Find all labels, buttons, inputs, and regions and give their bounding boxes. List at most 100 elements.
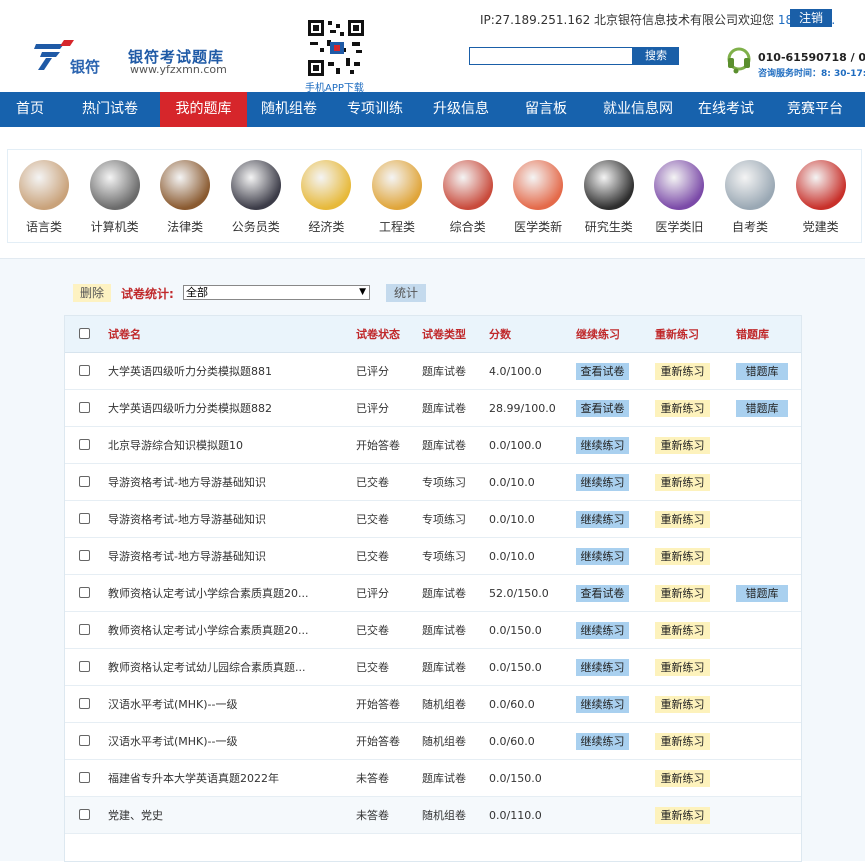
paper-name-link[interactable]: 北京导游综合知识模拟题10 <box>108 427 243 464</box>
continue-button[interactable]: 继续练习 <box>576 548 629 565</box>
row-checkbox[interactable] <box>79 624 90 635</box>
qr-code-icon[interactable] <box>306 18 366 78</box>
paper-name-link[interactable]: 教师资格认定考试小学综合素质真题20... <box>108 575 309 612</box>
continue-button[interactable]: 继续练习 <box>576 437 629 454</box>
category-label: 工程类 <box>378 220 415 234</box>
paper-score: 0.0/10.0 <box>489 550 535 563</box>
nav-item-home[interactable]: 首页 <box>0 92 60 127</box>
col-header-redo: 重新练习 <box>655 328 699 341</box>
redo-button[interactable]: 重新练习 <box>655 474 710 491</box>
category-label: 医学类旧 <box>655 220 704 234</box>
redo-button[interactable]: 重新练习 <box>655 807 710 824</box>
officer-icon <box>230 160 281 210</box>
continue-button[interactable]: 继续练习 <box>576 733 629 750</box>
col-header-name: 试卷名 <box>108 328 141 341</box>
redo-button[interactable]: 重新练习 <box>655 733 710 750</box>
category-6[interactable]: 综合类 <box>438 160 498 235</box>
paper-name-link[interactable]: 党建、党史 <box>108 797 163 834</box>
category-5[interactable]: 工程类 <box>367 160 427 235</box>
nav-item-random-paper[interactable]: 随机组卷 <box>247 92 331 127</box>
category-0[interactable]: 语言类 <box>14 160 74 235</box>
nav-item-special-training[interactable]: 专项训练 <box>331 92 419 127</box>
continue-button[interactable]: 继续练习 <box>576 474 629 491</box>
redo-button[interactable]: 重新练习 <box>655 696 710 713</box>
nav-item-my-library[interactable]: 我的题库 <box>160 92 247 127</box>
stat-filter-select[interactable]: 全部 ▼ <box>183 285 370 300</box>
nav-item-jobs[interactable]: 就业信息网 <box>589 92 687 127</box>
category-label: 语言类 <box>25 220 62 234</box>
redo-button[interactable]: 重新练习 <box>655 511 710 528</box>
category-10[interactable]: 自考类 <box>720 160 780 235</box>
table-row: 导游资格考试-地方导游基础知识 已交卷 专项练习 0.0/10.0 继续练习 重新练习 <box>65 501 801 538</box>
row-checkbox[interactable] <box>79 735 90 746</box>
paper-type: 随机组卷 <box>422 809 466 822</box>
continue-button[interactable]: 继续练习 <box>576 659 629 676</box>
category-3[interactable]: 公务员类 <box>226 160 286 235</box>
paper-name-link[interactable]: 导游资格考试-地方导游基础知识 <box>108 538 266 575</box>
paper-status: 开始答卷 <box>356 735 400 748</box>
redo-button[interactable]: 重新练习 <box>655 363 710 380</box>
table-row: 大学英语四级听力分类模拟题882 已评分 题库试卷 28.99/100.0 查看试卷 重新… <box>65 390 801 427</box>
row-checkbox[interactable] <box>79 698 90 709</box>
category-4[interactable]: 经济类 <box>296 160 356 235</box>
redo-button[interactable]: 重新练习 <box>655 548 710 565</box>
row-checkbox[interactable] <box>79 550 90 561</box>
paper-name-link[interactable]: 大学英语四级听力分类模拟题882 <box>108 390 272 427</box>
continue-button[interactable]: 查看试卷 <box>576 400 629 417</box>
nav-item-online-exam[interactable]: 在线考试 <box>687 92 765 127</box>
row-checkbox[interactable] <box>79 809 90 820</box>
continue-button[interactable]: 查看试卷 <box>576 363 629 380</box>
category-8[interactable]: 研究生类 <box>579 160 639 235</box>
nav-item-message-board[interactable]: 留言板 <box>503 92 589 127</box>
nav-item-upgrade-info[interactable]: 升级信息 <box>419 92 503 127</box>
paper-name-link[interactable]: 大学英语四级听力分类模拟题881 <box>108 353 272 390</box>
category-7[interactable]: 医学类新 <box>508 160 568 235</box>
redo-button[interactable]: 重新练习 <box>655 585 710 602</box>
paper-name-link[interactable]: 教师资格认定考试幼儿园综合素质真题... <box>108 649 306 686</box>
paper-score: 0.0/150.0 <box>489 772 542 785</box>
category-2[interactable]: 法律类 <box>155 160 215 235</box>
continue-button[interactable]: 继续练习 <box>576 511 629 528</box>
paper-status: 已评分 <box>356 587 389 600</box>
paper-name-link[interactable]: 汉语水平考试(MHK)--一级 <box>108 686 238 723</box>
row-checkbox[interactable] <box>79 513 90 524</box>
paper-type: 随机组卷 <box>422 698 466 711</box>
nav-item-hot-papers[interactable]: 热门试卷 <box>60 92 160 127</box>
row-checkbox[interactable] <box>79 402 90 413</box>
redo-button[interactable]: 重新练习 <box>655 400 710 417</box>
paper-name-link[interactable]: 汉语水平考试(MHK)--一级 <box>108 723 238 760</box>
redo-button[interactable]: 重新练习 <box>655 770 710 787</box>
logout-button[interactable]: 注销 <box>790 9 832 27</box>
redo-button[interactable]: 重新练习 <box>655 622 710 639</box>
nav-item-competition[interactable]: 竞赛平台 <box>765 92 865 127</box>
paper-name-link[interactable]: 导游资格考试-地方导游基础知识 <box>108 501 266 538</box>
row-checkbox[interactable] <box>79 365 90 376</box>
continue-button[interactable]: 继续练习 <box>576 622 629 639</box>
wrong-questions-button[interactable]: 错题库 <box>736 585 788 602</box>
category-1[interactable]: 计算机类 <box>85 160 145 235</box>
search-input[interactable] <box>469 47 633 65</box>
wrong-questions-button[interactable]: 错题库 <box>736 400 788 417</box>
redo-button[interactable]: 重新练习 <box>655 659 710 676</box>
row-checkbox[interactable] <box>79 439 90 450</box>
continue-button[interactable]: 继续练习 <box>576 696 629 713</box>
category-11[interactable]: 党建类 <box>791 160 851 235</box>
redo-button[interactable]: 重新练习 <box>655 437 710 454</box>
select-all-checkbox[interactable] <box>79 328 90 339</box>
paper-name-link[interactable]: 导游资格考试-地方导游基础知识 <box>108 464 266 501</box>
row-checkbox[interactable] <box>79 476 90 487</box>
search-button[interactable]: 搜索 <box>633 47 679 65</box>
wrong-questions-button[interactable]: 错题库 <box>736 363 788 380</box>
main-nav: 首页 热门试卷 我的题库 随机组卷 专项训练 升级信息 留言板 就业信息网 在线… <box>0 92 865 127</box>
stat-button[interactable]: 统计 <box>386 284 426 302</box>
paper-name-link[interactable]: 教师资格认定考试小学综合素质真题20... <box>108 612 309 649</box>
row-checkbox[interactable] <box>79 661 90 672</box>
paper-name-link[interactable]: 福建省专升本大学英语真题2022年 <box>108 760 279 797</box>
continue-button[interactable]: 查看试卷 <box>576 585 629 602</box>
row-checkbox[interactable] <box>79 587 90 598</box>
row-checkbox[interactable] <box>79 772 90 783</box>
paper-score: 52.0/150.0 <box>489 587 549 600</box>
delete-button[interactable]: 删除 <box>73 284 111 302</box>
category-9[interactable]: 医学类旧 <box>649 160 709 235</box>
paper-score: 0.0/10.0 <box>489 513 535 526</box>
